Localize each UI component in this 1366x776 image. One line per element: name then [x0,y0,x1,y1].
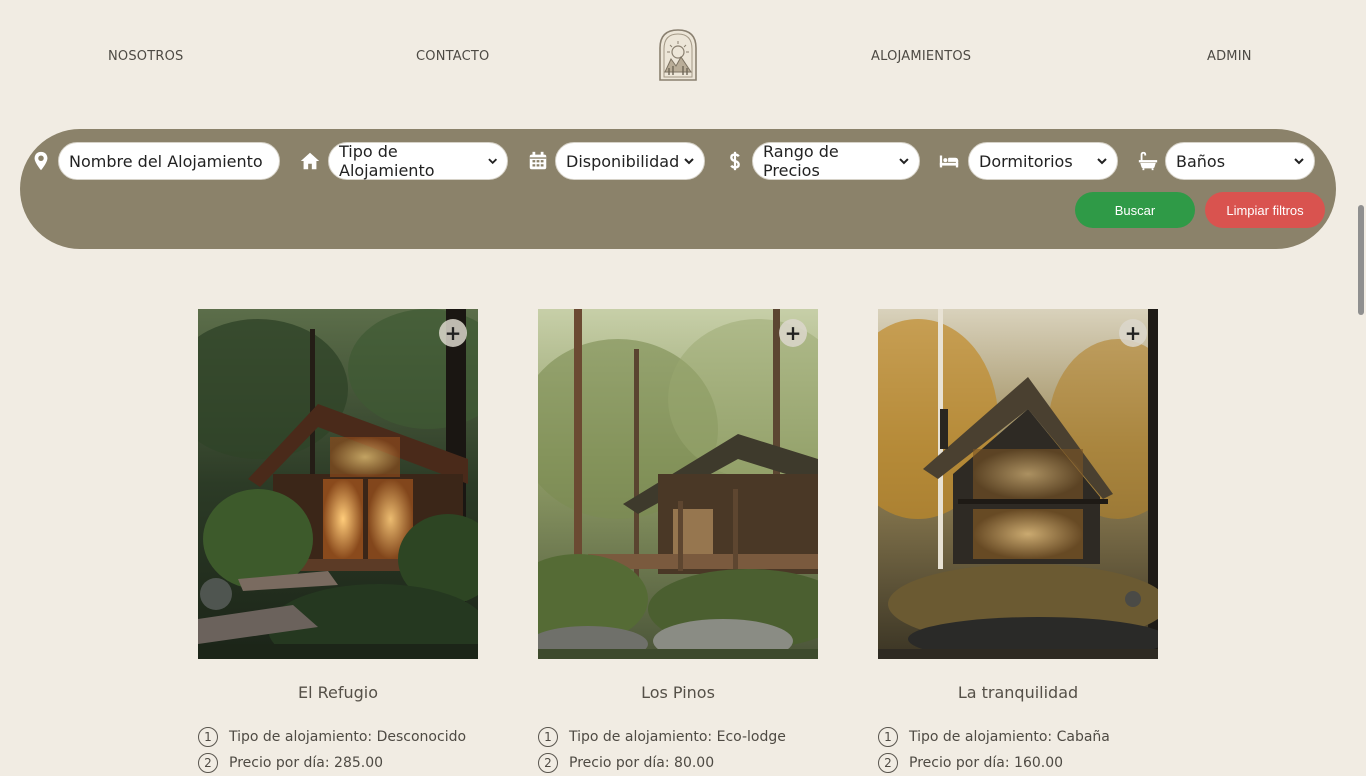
filter-bar: Nombre del Alojamiento Tipo de Alojamien… [20,129,1336,249]
accommodation-card[interactable]: + La tranquilidad 1 Tipo de alojamiento: … [878,309,1158,776]
card-info-row: 1 Tipo de alojamiento: Desconocido [198,724,478,750]
chevron-down-icon [1294,158,1304,165]
top-nav: NOSOTROS CONTACTO ALOJAMIENTOS ADMIN [0,0,1356,110]
info-number-badge: 1 [198,727,218,747]
card-info-list: 1 Tipo de alojamiento: Desconocido 2 Preci… [198,724,478,776]
card-title[interactable]: El Refugio [198,683,478,702]
chevron-down-icon [684,158,694,165]
accommodation-photo[interactable]: + [198,309,478,659]
home-icon [300,152,320,170]
accommodation-photo[interactable]: + [878,309,1158,659]
search-button[interactable]: Buscar [1075,192,1195,228]
add-to-favorites-button[interactable]: + [779,319,807,347]
price-range-value: Rango de Precios [763,142,839,180]
chevron-down-icon [487,158,497,165]
accommodation-card[interactable]: + El Refugio 1 Tipo de alojamiento: Desco… [198,309,478,776]
accommodation-type-select[interactable]: Tipo de Alojamiento [328,142,508,180]
info-number-badge: 1 [878,727,898,747]
nav-link-contacto[interactable]: CONTACTO [416,49,489,64]
add-to-favorites-button[interactable]: + [439,319,467,347]
card-info-row: 2 Precio por día: 285.00 [198,750,478,776]
info-text: Precio por día: 285.00 [229,755,384,771]
bathrooms-value: Baños [1176,151,1226,171]
nav-link-admin[interactable]: ADMIN [1207,49,1252,64]
info-text: Precio por día: 80.00 [569,755,715,771]
dollar-icon [730,151,740,171]
add-to-favorites-button[interactable]: + [1119,319,1147,347]
scrollbar-thumb[interactable] [1358,205,1364,315]
card-title[interactable]: Los Pinos [538,683,818,702]
bathtub-icon [1138,151,1158,171]
accommodation-type-value: Tipo de Alojamiento [339,142,435,180]
bathrooms-select[interactable]: Baños [1165,142,1315,180]
info-number-badge: 2 [878,753,898,773]
card-info-row: 1 Tipo de alojamiento: Cabaña [878,724,1158,750]
info-text: Tipo de alojamiento: Desconocido [229,729,467,745]
calendar-icon [529,151,547,170]
info-number-badge: 1 [538,727,558,747]
card-info-row: 2 Precio por día: 160.00 [878,750,1158,776]
info-text: Precio por día: 160.00 [909,755,1064,771]
accommodation-name-input[interactable]: Nombre del Alojamiento [58,142,280,180]
card-info-row: 2 Precio por día: 80.00 [538,750,818,776]
info-text: Tipo de alojamiento: Eco-lodge [569,729,786,745]
accommodation-card[interactable]: + Los Pinos 1 Tipo de alojamiento: Eco-lo… [538,309,818,776]
nav-link-alojamientos[interactable]: ALOJAMIENTOS [871,49,971,64]
page-scrollbar[interactable] [1356,0,1366,768]
price-range-select[interactable]: Rango de Precios [752,142,920,180]
info-text: Tipo de alojamiento: Cabaña [909,729,1110,745]
bed-icon [939,155,959,168]
bedrooms-value: Dormitorios [979,151,1073,171]
info-number-badge: 2 [538,753,558,773]
availability-value: Disponibilidad [566,151,680,171]
availability-select[interactable]: Disponibilidad [555,142,705,180]
card-info-list: 1 Tipo de alojamiento: Eco-lodge 2 Precio … [538,724,818,776]
clear-filters-button[interactable]: Limpiar filtros [1205,192,1325,228]
info-number-badge: 2 [198,753,218,773]
card-title[interactable]: La tranquilidad [878,683,1158,702]
site-logo[interactable] [657,28,699,82]
nav-link-nosotros[interactable]: NOSOTROS [108,49,184,64]
accommodation-name-placeholder: Nombre del Alojamiento [69,151,263,171]
chevron-down-icon [899,158,909,165]
card-info-row: 1 Tipo de alojamiento: Eco-lodge [538,724,818,750]
card-info-list: 1 Tipo de alojamiento: Cabaña 2 Precio por… [878,724,1158,776]
chevron-down-icon [1097,158,1107,165]
location-pin-icon [34,151,48,171]
accommodation-photo[interactable]: + [538,309,818,659]
bedrooms-select[interactable]: Dormitorios [968,142,1118,180]
